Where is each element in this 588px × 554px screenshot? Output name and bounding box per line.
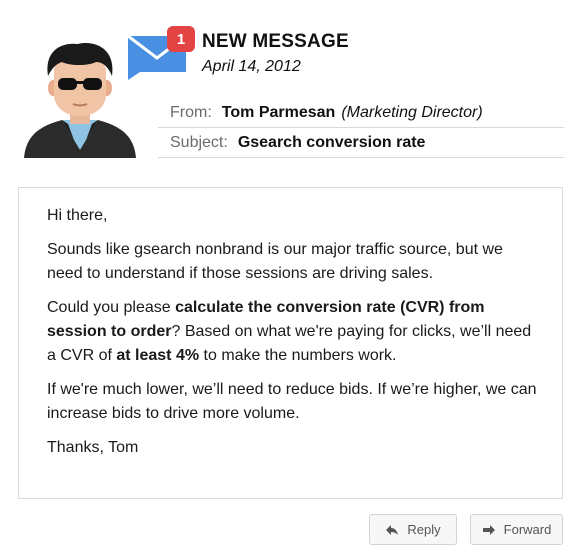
p2-post: to make the numbers work.	[199, 347, 397, 364]
subject-row: Subject: Gsearch conversion rate	[158, 128, 564, 158]
sender-role: (Marketing Director)	[341, 103, 483, 121]
paragraph-cvr-request: Could you please calculate the conversio…	[47, 296, 542, 368]
forward-button[interactable]: Forward	[470, 514, 563, 545]
from-label: From:	[170, 103, 212, 121]
forward-label: Forward	[503, 522, 552, 537]
from-row: From: Tom Parmesan (Marketing Director)	[158, 98, 564, 128]
forward-arrow-icon	[482, 524, 495, 535]
subject-value: Gsearch conversion rate	[237, 133, 426, 151]
signoff: Thanks, Tom	[47, 439, 139, 456]
message-body: Hi there, Sounds like gsearch nonbrand i…	[18, 187, 563, 499]
avatar	[24, 43, 136, 158]
p2-bold-threshold: at least 4%	[116, 347, 200, 364]
subject-label: Subject:	[170, 133, 228, 151]
unread-count-badge: 1	[167, 26, 195, 52]
p2-pre: Could you please	[47, 299, 176, 316]
message-title: NEW MESSAGE	[202, 31, 349, 52]
reply-arrow-icon	[386, 524, 399, 535]
sender-name: Tom Parmesan	[221, 103, 336, 121]
reply-button[interactable]: Reply	[369, 514, 457, 545]
paragraph-bids: If we're much lower, we’ll need to reduc…	[47, 381, 537, 422]
email-window: 1 NEW MESSAGE April 14, 2012 From: Tom P…	[0, 0, 588, 554]
message-date: April 14, 2012	[202, 58, 301, 75]
greeting: Hi there,	[47, 207, 108, 224]
reply-label: Reply	[407, 522, 441, 537]
paragraph-traffic: Sounds like gsearch nonbrand is our majo…	[47, 241, 503, 282]
